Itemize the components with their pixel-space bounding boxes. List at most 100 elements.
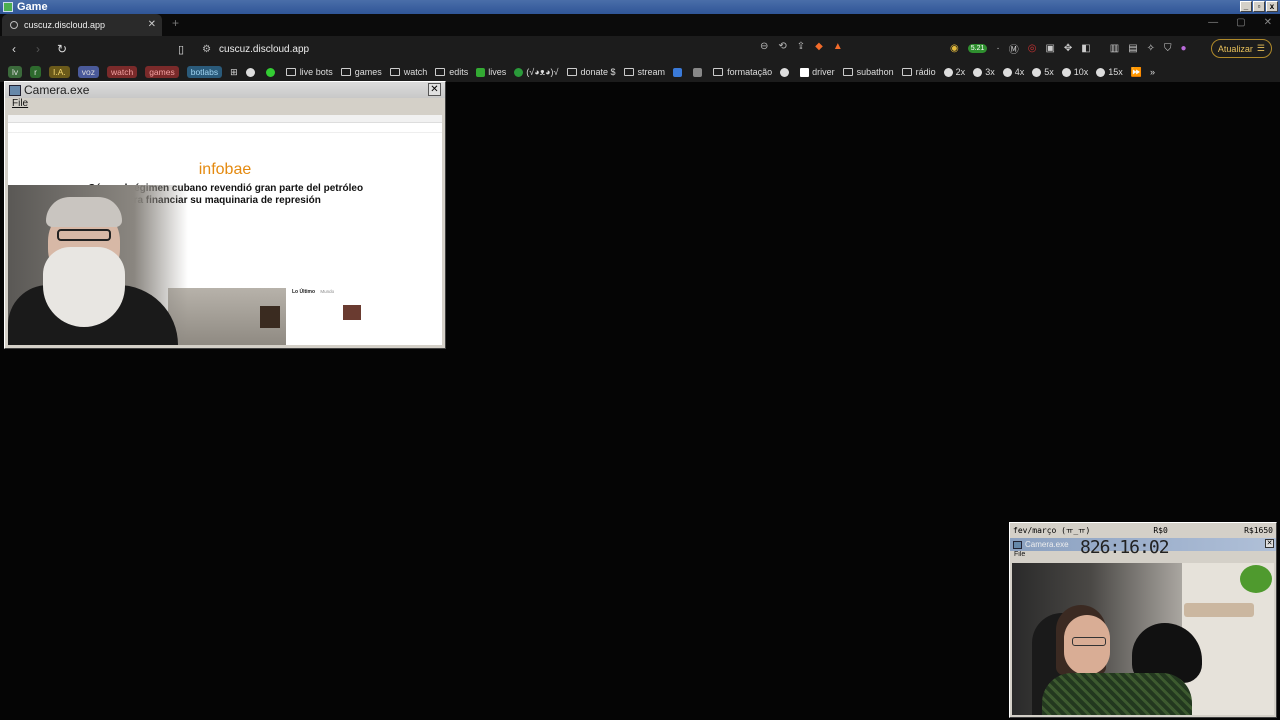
tab-title: cuscuz.discloud.app xyxy=(24,20,106,30)
browser-maximize-icon[interactable]: ▢ xyxy=(1236,17,1245,28)
goal-period: fev/março (ㅠ_ㅠ) xyxy=(1013,526,1091,535)
puzzle-icon[interactable]: ✥ xyxy=(1064,43,1072,54)
forward-button[interactable]: › xyxy=(28,42,48,56)
bookmark-15x[interactable]: 15x xyxy=(1096,67,1123,77)
camera-icon xyxy=(9,84,21,96)
bookmark-green-icon[interactable] xyxy=(265,67,278,77)
update-button[interactable]: Atualizar ☰ xyxy=(1210,39,1272,58)
file-menu[interactable]: File xyxy=(12,98,28,109)
bookmark-voz[interactable]: voz xyxy=(77,66,99,78)
speed-icon xyxy=(1032,67,1042,77)
bookmark-label: rádio xyxy=(915,67,936,77)
camera-window[interactable]: Camera.exe ✕ File infobae Cómo el régime… xyxy=(4,81,446,349)
site-settings-icon[interactable]: ⚙ xyxy=(202,44,211,55)
folder-icon xyxy=(566,68,577,76)
folder-icon xyxy=(389,68,400,76)
profile-icon[interactable]: ● xyxy=(1181,43,1187,54)
bookmark-label: 15x xyxy=(1108,67,1123,77)
camera2-file-menu[interactable]: File xyxy=(1014,551,1025,558)
bookmark-games[interactable]: games xyxy=(340,67,382,77)
menu-icon[interactable]: ☰ xyxy=(1257,43,1265,54)
bookmark-formatacao[interactable]: formatação xyxy=(713,67,772,77)
bookmark-label: live bots xyxy=(299,67,333,77)
media-icon[interactable]: ▤ xyxy=(1128,43,1137,54)
extension-coin-icon[interactable]: ◉ xyxy=(950,43,959,54)
bookmark-watch-chip[interactable]: watch xyxy=(106,66,138,78)
new-tab-button[interactable]: + xyxy=(172,16,179,30)
bookmark-3x[interactable]: 3x xyxy=(973,67,995,77)
feed-site-logo: infobae xyxy=(198,161,252,178)
camera-close-button[interactable]: ✕ xyxy=(428,83,441,96)
bookmark-label: games xyxy=(354,67,382,77)
extension-badge[interactable]: 5.21 xyxy=(967,44,988,53)
bookmark-ia[interactable]: I.A. xyxy=(48,66,70,78)
camera2-feed xyxy=(1012,563,1274,715)
record-icon[interactable]: ◎ xyxy=(1028,43,1037,54)
camera2-close-button[interactable]: ✕ xyxy=(1265,539,1274,548)
leo-icon[interactable]: ✧ xyxy=(1147,43,1155,54)
bookmark-edits[interactable]: edits xyxy=(435,67,468,77)
feed-latest-heading: Lo Último xyxy=(292,289,316,295)
bookmark-games-chip[interactable]: games xyxy=(145,66,179,78)
camera-icon xyxy=(1013,540,1022,549)
folder-icon xyxy=(901,68,912,76)
apps-grid-icon[interactable]: ⊞ xyxy=(230,67,238,78)
extension-dot-icon[interactable]: · xyxy=(996,43,999,54)
browser-minimize-icon[interactable]: — xyxy=(1208,17,1218,28)
camera-window-titlebar[interactable]: Camera.exe xyxy=(5,82,445,98)
bookmark-watch[interactable]: watch xyxy=(389,67,427,77)
history-icon[interactable]: ⟲ xyxy=(778,41,786,52)
folder-icon xyxy=(285,68,296,76)
minimize-button[interactable]: _ xyxy=(1240,1,1252,12)
url-text[interactable]: cuscuz.discloud.app xyxy=(219,44,309,55)
screenshot-icon[interactable]: ◧ xyxy=(1081,43,1090,54)
bookmark-kaomoji[interactable]: (√◕ᴥ◕)√ xyxy=(514,67,559,77)
bookmark-donate[interactable]: donate $ xyxy=(566,67,616,77)
bookmark-r[interactable]: r xyxy=(30,66,41,78)
bookmark-2x[interactable]: 2x xyxy=(943,67,965,77)
brave-rewards-icon[interactable]: ▲ xyxy=(833,41,843,52)
brave-shield-icon[interactable]: ◆ xyxy=(815,41,823,52)
close-button[interactable]: x xyxy=(1266,1,1278,12)
bookmark-subathon[interactable]: subathon xyxy=(842,67,894,77)
stream-overlay: fev/março (ㅠ_ㅠ) R$0 R$1650 Camera.exe ✕ … xyxy=(1009,522,1277,718)
browser-toolbar: ‹ › ↻ ▯ ⚙ cuscuz.discloud.app ⊖ ⟲ ⇪ ◆ ▲ … xyxy=(0,36,1280,62)
desktop: Game _ ▫ x cuscuz.discloud.app ✕ + — ▢ ✕… xyxy=(0,0,1280,720)
bookmark-fastforward-icon[interactable]: ⏩ xyxy=(1131,67,1142,78)
bookmark-10x[interactable]: 10x xyxy=(1061,67,1089,77)
streamer-webcam-figure xyxy=(8,185,188,345)
camera-window-title: Camera.exe xyxy=(24,83,90,97)
bookmark-blue-icon[interactable] xyxy=(673,67,685,77)
bookmark-stream[interactable]: stream xyxy=(623,67,665,77)
os-window-title: Game xyxy=(17,1,48,13)
os-title-bar: Game _ ▫ x xyxy=(0,0,1280,14)
browser-tab[interactable]: cuscuz.discloud.app ✕ xyxy=(2,14,162,36)
bookmark-globe2-icon[interactable] xyxy=(780,67,792,77)
bookmark-4x[interactable]: 4x xyxy=(1002,67,1024,77)
bookmark-live-bots[interactable]: live bots xyxy=(285,67,333,77)
folder-icon xyxy=(713,68,724,76)
bookmark-5x[interactable]: 5x xyxy=(1032,67,1054,77)
zoom-icon[interactable]: ⊖ xyxy=(760,41,768,52)
vpn-icon[interactable]: ⛉ xyxy=(1164,43,1172,54)
bookmark-box-icon[interactable] xyxy=(693,67,705,77)
back-button[interactable]: ‹ xyxy=(4,42,24,56)
bookmark-globe-icon[interactable] xyxy=(245,67,258,77)
address-bar-tools: ⊖ ⟲ ⇪ ◆ ▲ xyxy=(760,41,843,52)
browser-close-icon[interactable]: ✕ xyxy=(1264,17,1272,28)
bookmark-radio[interactable]: rádio xyxy=(901,67,936,77)
reload-button[interactable]: ↻ xyxy=(52,42,72,56)
bookmark-icon[interactable]: ▯ xyxy=(178,43,184,56)
bookmark-botlabs[interactable]: botlabs xyxy=(186,66,223,78)
sidebar-icon[interactable]: ▥ xyxy=(1110,43,1119,54)
bookmark-label: 10x xyxy=(1073,67,1089,77)
window-icon[interactable]: ▣ xyxy=(1045,43,1054,54)
bookmark-lv[interactable]: lv xyxy=(8,66,23,78)
bookmark-driver[interactable]: driver xyxy=(800,67,835,77)
bookmark-lives[interactable]: lives xyxy=(476,67,506,77)
restore-button[interactable]: ▫ xyxy=(1253,1,1265,12)
share-icon[interactable]: ⇪ xyxy=(797,41,805,52)
extension-m-icon[interactable]: Ⓜ xyxy=(1009,41,1019,56)
tab-close-icon[interactable]: ✕ xyxy=(148,19,156,30)
bookmarks-overflow-icon[interactable]: » xyxy=(1150,67,1155,77)
